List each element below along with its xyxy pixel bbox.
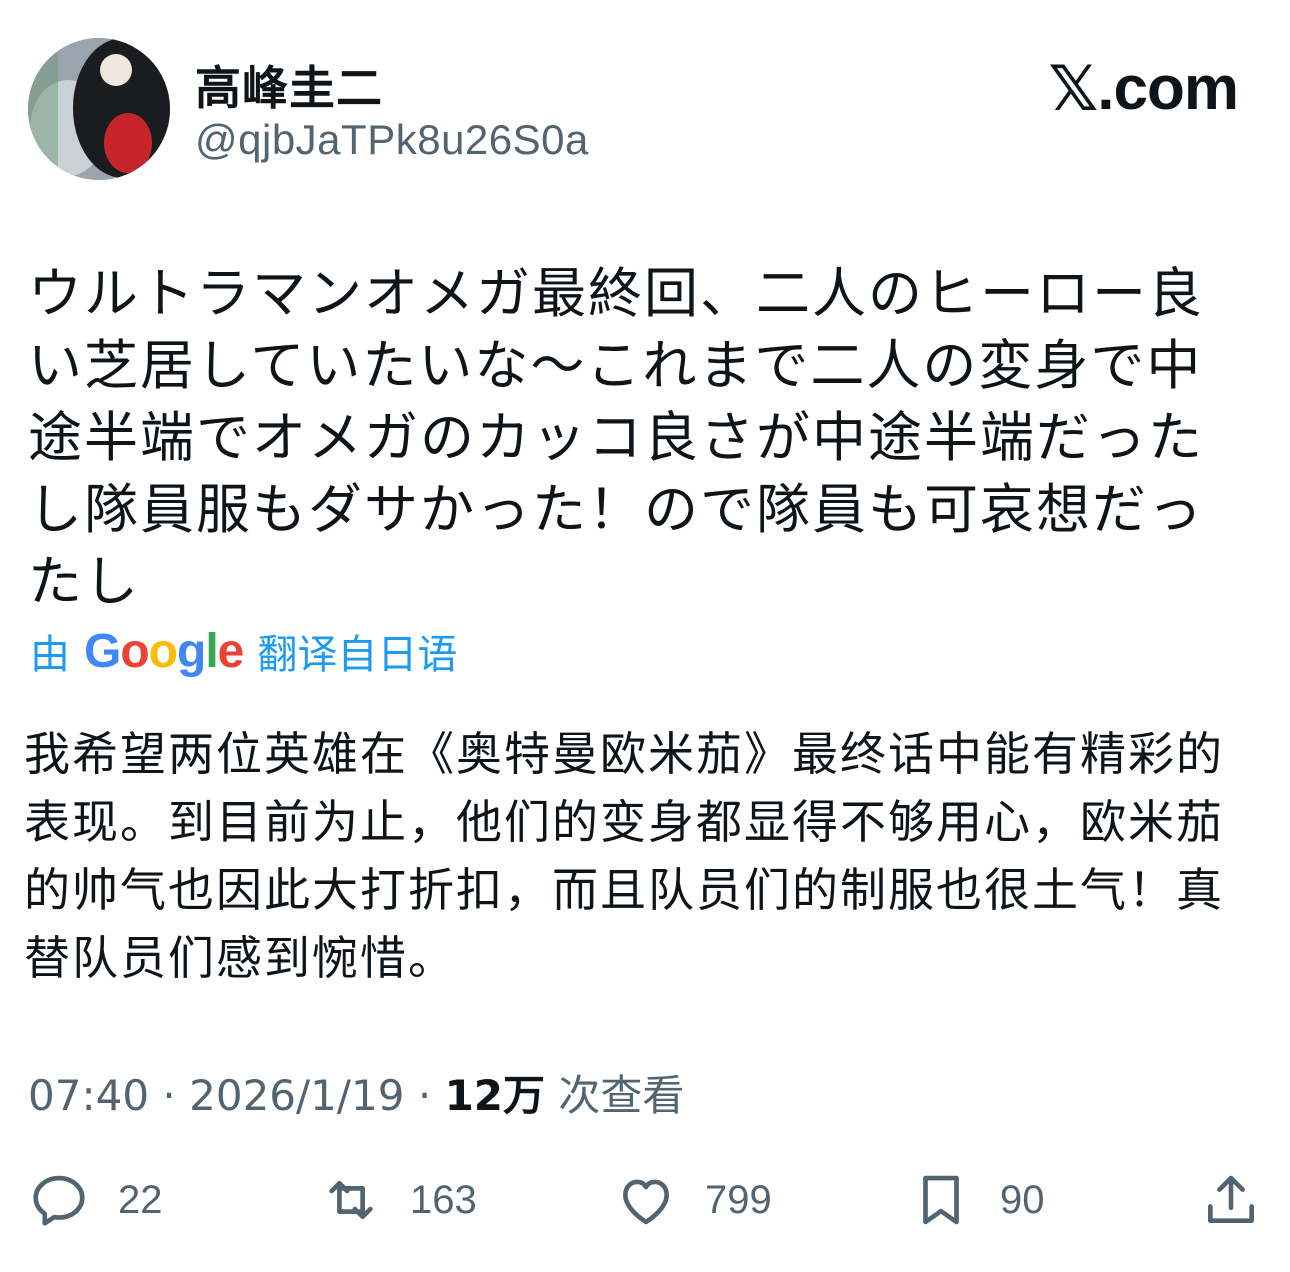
x-logo-icon: 𝕏 [1048,52,1098,125]
bookmark-button[interactable]: 90 [910,1160,1045,1240]
tweet-header: 高峰圭二 @qjbJaTPk8u26S0a 𝕏 .com [0,0,1290,200]
tweet-date[interactable]: 2026/1/19 [189,1071,404,1120]
x-logo: 𝕏 .com [1048,52,1239,125]
reply-count: 22 [118,1177,163,1222]
like-button[interactable]: 799 [615,1160,772,1240]
retweet-count: 163 [410,1177,477,1222]
translation-prefix: 由 [30,632,70,678]
user-handle[interactable]: @qjbJaTPk8u26S0a [195,116,589,164]
views-label: 次查看 [558,1071,685,1120]
bookmark-icon [923,1175,959,1225]
views-count: 12万 [444,1071,546,1120]
meta-separator: · [417,1071,432,1120]
retweet-button[interactable]: 163 [320,1160,477,1240]
translation-suffix: 翻译自日语 [257,632,458,678]
like-count: 799 [705,1177,772,1222]
google-logo: Google [84,624,244,678]
reply-button[interactable]: 22 [28,1160,163,1240]
reply-icon [33,1175,85,1226]
tweet-time[interactable]: 07:40 [28,1071,149,1120]
translation-attribution[interactable]: 由 Google 翻译自日语 [30,622,457,680]
share-icon [1208,1175,1254,1223]
tweet-meta: 07:40 · 2026/1/19 · 12万 次查看 [28,1062,684,1123]
display-name[interactable]: 高峰圭二 [195,52,383,118]
retweet-icon [329,1180,373,1220]
action-bar: 22 163 799 90 [0,1160,1290,1240]
meta-separator: · [162,1071,176,1120]
tweet-text: ウルトラマンオメガ最終回、二人のヒーロー良い芝居していたいな～これまで二人の変身… [28,262,1204,613]
share-button[interactable] [1200,1160,1262,1240]
translated-text: 我希望两位英雄在《奥特曼欧米茄》最终话中能有精彩的表现。到目前为止，他们的变身都… [24,727,1224,985]
x-logo-suffix: .com [1097,54,1239,123]
heart-icon [623,1179,669,1225]
avatar[interactable] [28,38,170,180]
bookmark-count: 90 [1000,1177,1045,1222]
avatar-image [28,38,170,180]
